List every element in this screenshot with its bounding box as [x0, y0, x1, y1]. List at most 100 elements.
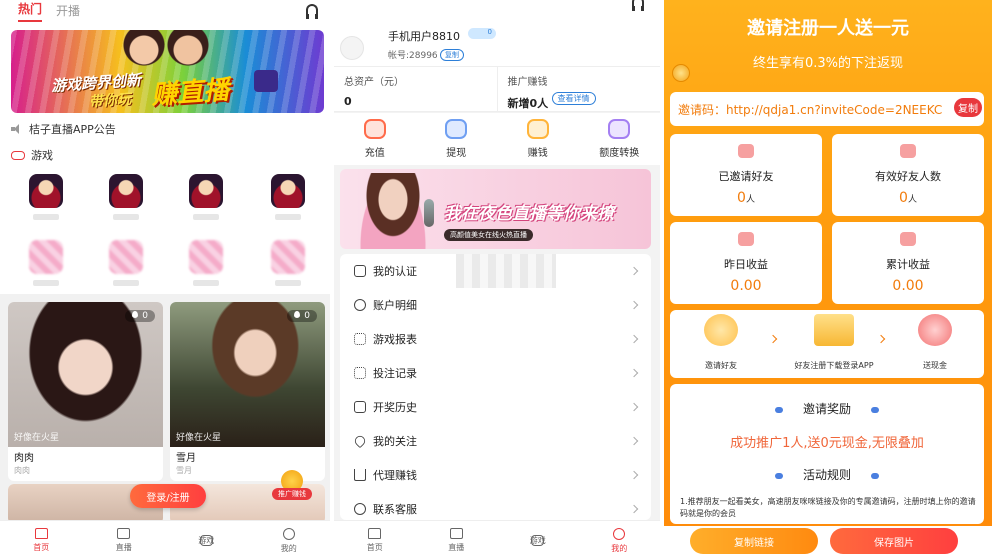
user-lock-icon: [900, 144, 916, 158]
promo-earn-badge[interactable]: 推广赚钱: [272, 470, 312, 506]
view-details-button[interactable]: 查看详情: [551, 92, 596, 105]
promo-earnings[interactable]: 推广赚钱 新增0人 查看详情: [496, 67, 661, 111]
host-subtitle: 肉肉: [14, 466, 30, 475]
tabbar-live[interactable]: 直播: [83, 521, 166, 560]
copy-account-button[interactable]: 复制: [440, 49, 464, 61]
reward-text: 成功推广1人,送0元现金,无限叠加: [730, 436, 924, 451]
grid-icon: [354, 367, 366, 379]
rules-text: 1.推荐朋友一起看美女，高速朋友咪咪链接及你的专属邀请码，注册时填上你的邀请码就…: [680, 497, 976, 518]
video-icon: [117, 528, 131, 539]
invite-code-text: 邀请码：http://qdja1.cn?inviteCode=2NEEKC: [678, 102, 943, 117]
chevron-right-icon: [629, 436, 639, 446]
home-icon: [34, 528, 48, 539]
game-item[interactable]: [16, 240, 76, 286]
invite-title: 邀请注册一人送一元: [747, 18, 909, 39]
stat-label: 已邀请好友: [718, 170, 774, 183]
stat-yesterday-earnings: 昨日收益 0.00: [670, 222, 822, 304]
earn-button[interactable]: 赚钱: [497, 113, 579, 165]
game-icon: [109, 174, 143, 208]
bottom-tabbar: 首页 直播 游戏 我的: [0, 520, 330, 560]
chevron-right-icon: [629, 266, 639, 276]
exchange-icon: [608, 119, 631, 139]
game-item[interactable]: [176, 240, 236, 286]
tabbar-home[interactable]: 首页: [0, 521, 83, 560]
bottom-tabbar: 首页 直播 游戏 我的: [334, 520, 660, 560]
stat-number: 0: [899, 190, 908, 206]
menu-item-agent[interactable]: 代理赚钱: [340, 458, 651, 492]
copy-invite-button[interactable]: 复制: [954, 98, 982, 117]
menu-item-account-details[interactable]: 账户明细: [340, 288, 651, 322]
game-label-blurred: [275, 280, 301, 286]
stat-value: 0.00: [730, 278, 762, 294]
rewards-and-rules: 邀请奖励 成功推广1人,送0元现金,无限叠加 活动规则 1.推荐朋友一起看美女，…: [670, 384, 984, 524]
hand-coin-icon: [900, 232, 916, 246]
convert-button[interactable]: 额度转换: [579, 113, 661, 165]
tabbar-game[interactable]: 游戏: [165, 521, 248, 560]
game-item[interactable]: [96, 240, 156, 286]
menu-item-game-report[interactable]: 游戏报表: [340, 322, 651, 356]
tabbar-home[interactable]: 首页: [334, 521, 416, 560]
live-card[interactable]: 0 好像在火星 雪月 雪月: [170, 302, 325, 481]
tabbar-label: 我的: [280, 543, 297, 553]
chevron-right-icon: [629, 334, 639, 344]
heat-count: 0: [304, 311, 310, 321]
menu-item-following[interactable]: 我的关注: [340, 424, 651, 458]
tabbar-game[interactable]: 游戏: [497, 521, 579, 560]
tabbar-me[interactable]: 我的: [248, 521, 331, 560]
game-icon: [189, 174, 223, 208]
money-bag-icon: [738, 232, 754, 246]
promo-badge-label: 推广赚钱: [272, 488, 312, 500]
invite-steps: 邀请好友 好友注册下载登录APP 送现金: [670, 310, 984, 378]
game-label-blurred: [33, 214, 59, 220]
total-assets-value: 0: [344, 95, 352, 108]
live-thumbnail: 0 好像在火星: [170, 302, 325, 447]
ad-banner[interactable]: 我在夜色直播等你来撩 高颜值美女在线火热直播: [340, 169, 651, 249]
menu-item-draw-history[interactable]: 开奖历史: [340, 390, 651, 424]
recharge-button[interactable]: 充值: [334, 113, 416, 165]
live-card[interactable]: 0 好像在火星 肉肉 肉肉: [8, 302, 163, 481]
headphone-icon[interactable]: [306, 4, 318, 19]
assets-panel: 总资产（元） 0 推广赚钱 新增0人 查看详情: [334, 66, 660, 112]
tab-hot[interactable]: 热门: [18, 0, 43, 22]
banner-tag: 高颜值美女在线火热直播: [444, 229, 533, 241]
game-item[interactable]: [258, 240, 318, 286]
invite-illustration-icon: [704, 314, 738, 346]
avatar[interactable]: [340, 36, 364, 60]
game-item[interactable]: [96, 174, 156, 220]
chevron-right-icon: [629, 402, 639, 412]
username: 手机用户8810: [388, 30, 460, 43]
announcement-text: 桔子直播APP公告: [29, 123, 116, 136]
step-label: 邀请好友: [705, 361, 737, 370]
menu-item-verification[interactable]: 我的认证: [340, 254, 651, 288]
tv-icon: [254, 70, 278, 92]
copy-link-button[interactable]: 复制链接: [690, 528, 818, 554]
game-icon: [29, 240, 63, 274]
menu-label: 账户明细: [373, 299, 417, 312]
game-item[interactable]: [258, 174, 318, 220]
game-item[interactable]: [16, 174, 76, 220]
game-item[interactable]: [176, 174, 236, 220]
games-section-header: 游戏: [11, 147, 53, 163]
game-label-blurred: [33, 280, 59, 286]
save-image-button[interactable]: 保存图片: [830, 528, 958, 554]
user-icon: [613, 527, 626, 540]
heat-count: 0: [142, 311, 148, 321]
video-icon: [449, 528, 463, 539]
announcement-bar[interactable]: 桔子直播APP公告: [11, 121, 116, 137]
stat-unit: 人: [745, 195, 755, 205]
login-register-button[interactable]: 登录/注册: [130, 484, 206, 508]
heart-icon: [352, 433, 368, 449]
invite-code-box: 邀请码：http://qdja1.cn?inviteCode=2NEEKC 复制: [670, 92, 984, 126]
menu-item-bet-records[interactable]: 投注记录: [340, 356, 651, 390]
tab-live[interactable]: 开播: [56, 2, 80, 22]
total-assets[interactable]: 总资产（元） 0: [334, 67, 497, 111]
tabbar-me[interactable]: 我的: [579, 521, 661, 560]
headphone-icon[interactable]: [632, 0, 644, 11]
menu-label: 联系客服: [373, 503, 417, 516]
gamepad-icon: [199, 535, 213, 546]
promo-banner[interactable]: 游戏跨界创新 带你玩 赚直播: [11, 30, 324, 113]
microphone-icon: [424, 199, 434, 227]
tabbar-live[interactable]: 直播: [416, 521, 498, 560]
step-label: 好友注册下载登录APP: [794, 361, 874, 370]
withdraw-button[interactable]: 提现: [416, 113, 498, 165]
